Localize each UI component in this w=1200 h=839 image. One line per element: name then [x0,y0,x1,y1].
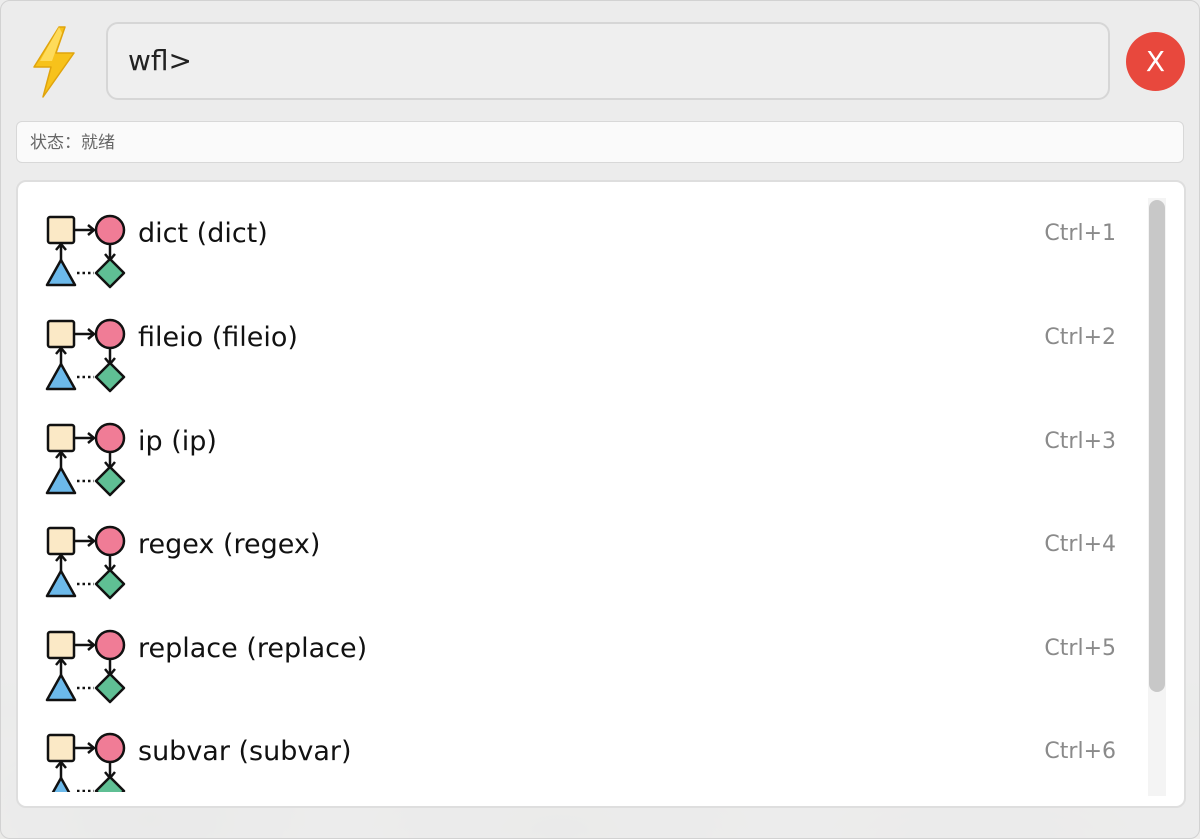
item-label: fileio (fileio) [138,322,298,353]
workflow-icon [45,318,126,393]
item-label: replace (replace) [138,633,368,664]
close-button[interactable]: X [1126,32,1185,91]
list-item[interactable]: fileio (fileio) Ctrl+2 [18,286,1148,393]
scrollbar[interactable] [1148,198,1166,796]
workflow-icon [45,214,126,289]
item-shortcut: Ctrl+5 [1044,636,1116,661]
item-label: subvar (subvar) [138,736,352,767]
item-shortcut: Ctrl+1 [1044,221,1116,246]
status-bar: 状态：就绪 [16,121,1184,163]
scrollbar-thumb[interactable] [1149,200,1165,692]
list-item[interactable]: regex (regex) Ctrl+4 [18,493,1148,600]
list-item[interactable]: replace (replace) Ctrl+5 [18,597,1148,704]
item-label: dict (dict) [138,218,268,249]
item-shortcut: Ctrl+6 [1044,739,1116,764]
results-list: dict (dict) Ctrl+1 fileio (fileio) Ctrl+… [18,182,1148,792]
launcher-window: wfl> X 状态：就绪 dict (dict) Ctrl+1 fileio (… [0,0,1200,839]
item-shortcut: Ctrl+3 [1044,429,1116,454]
list-item[interactable]: ip (ip) Ctrl+3 [18,390,1148,497]
workflow-icon [45,629,126,704]
search-input[interactable]: wfl> [128,24,192,98]
lightning-bolt-icon [33,26,75,98]
list-item[interactable]: subvar (subvar) Ctrl+6 [18,700,1148,792]
workflow-icon [45,422,126,497]
workflow-icon [45,525,126,600]
search-field[interactable]: wfl> [106,22,1110,100]
status-text: 状态：就绪 [30,133,115,153]
item-label: ip (ip) [138,426,217,457]
results-panel: dict (dict) Ctrl+1 fileio (fileio) Ctrl+… [16,180,1186,808]
workflow-icon [46,732,126,792]
item-label: regex (regex) [138,529,321,560]
item-shortcut: Ctrl+4 [1044,532,1116,557]
list-item[interactable]: dict (dict) Ctrl+1 [18,182,1148,289]
item-shortcut: Ctrl+2 [1044,325,1116,350]
